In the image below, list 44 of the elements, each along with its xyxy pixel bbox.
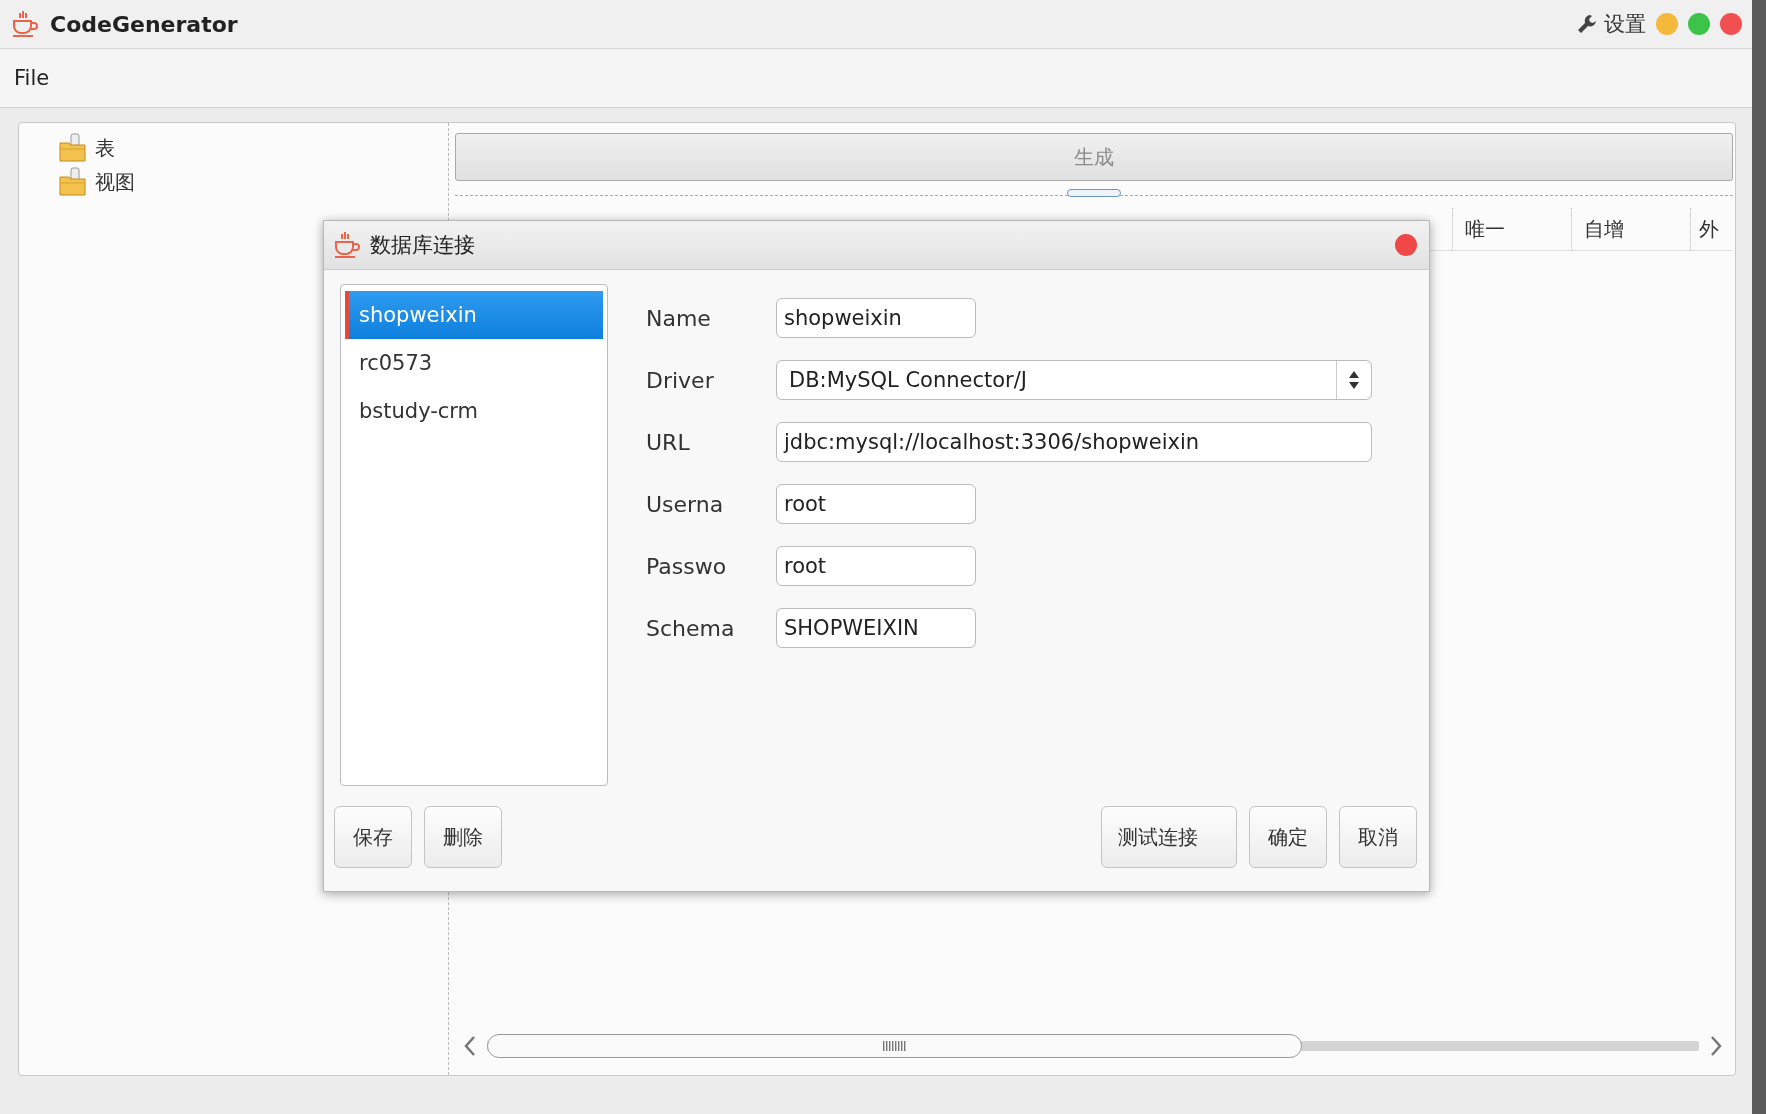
list-item[interactable]: bstudy-crm — [345, 387, 603, 435]
input-field[interactable]: SHOPWEIXIN — [776, 608, 976, 648]
field-label: URL — [646, 429, 691, 455]
dialog-button[interactable]: 测试连接 — [1101, 806, 1237, 868]
folder-icon — [59, 133, 87, 163]
splitter-handle[interactable] — [1067, 189, 1121, 197]
up-down-arrows-icon — [1348, 370, 1360, 390]
dialog-button[interactable]: 取消 — [1339, 806, 1417, 868]
maximize-button[interactable] — [1688, 13, 1710, 35]
column-header: 自增 — [1571, 208, 1690, 250]
app-logo-icon — [10, 9, 40, 39]
dialog-button[interactable]: 保存 — [334, 806, 412, 868]
dialog-logo-icon — [332, 230, 362, 260]
wrench-icon — [1576, 13, 1598, 35]
column-header: 唯一 — [1452, 208, 1571, 250]
list-item[interactable]: rc0573 — [345, 339, 603, 387]
dialog-title: 数据库连接 — [370, 232, 475, 259]
scroll-left-icon[interactable] — [463, 1035, 477, 1057]
field-label: Userna — [646, 491, 725, 517]
field-label: Schema — [646, 615, 736, 641]
field-label: Driver — [646, 367, 715, 393]
scrollbar-thumb[interactable] — [487, 1034, 1302, 1058]
field-label: Name — [646, 305, 712, 331]
grip-icon — [882, 1041, 907, 1051]
scroll-right-icon[interactable] — [1709, 1035, 1723, 1057]
tree-item[interactable]: 表 — [95, 134, 115, 162]
column-header: 外 — [1690, 208, 1733, 250]
input-field[interactable]: shopweixin — [776, 298, 976, 338]
dialog-button[interactable]: 删除 — [424, 806, 502, 868]
dialog-button[interactable]: 确定 — [1249, 806, 1327, 868]
window-title: CodeGenerator — [50, 11, 238, 37]
close-button[interactable] — [1720, 13, 1742, 35]
driver-dropdown[interactable]: DB:MySQL Connector/J — [776, 360, 1372, 400]
settings-button[interactable]: 设置 — [1576, 10, 1646, 38]
field-label: Passwo — [646, 553, 728, 579]
menu-item[interactable]: File — [14, 66, 50, 90]
tree-item[interactable]: 视图 — [95, 168, 135, 196]
minimize-button[interactable] — [1656, 13, 1678, 35]
list-item[interactable]: shopweixin — [345, 291, 603, 339]
input-field[interactable]: root — [776, 546, 976, 586]
input-field[interactable]: jdbc:mysql://localhost:3306/shopweixin — [776, 422, 1372, 462]
input-field[interactable]: root — [776, 484, 976, 524]
folder-icon — [59, 167, 87, 197]
close-button[interactable] — [1395, 234, 1417, 256]
